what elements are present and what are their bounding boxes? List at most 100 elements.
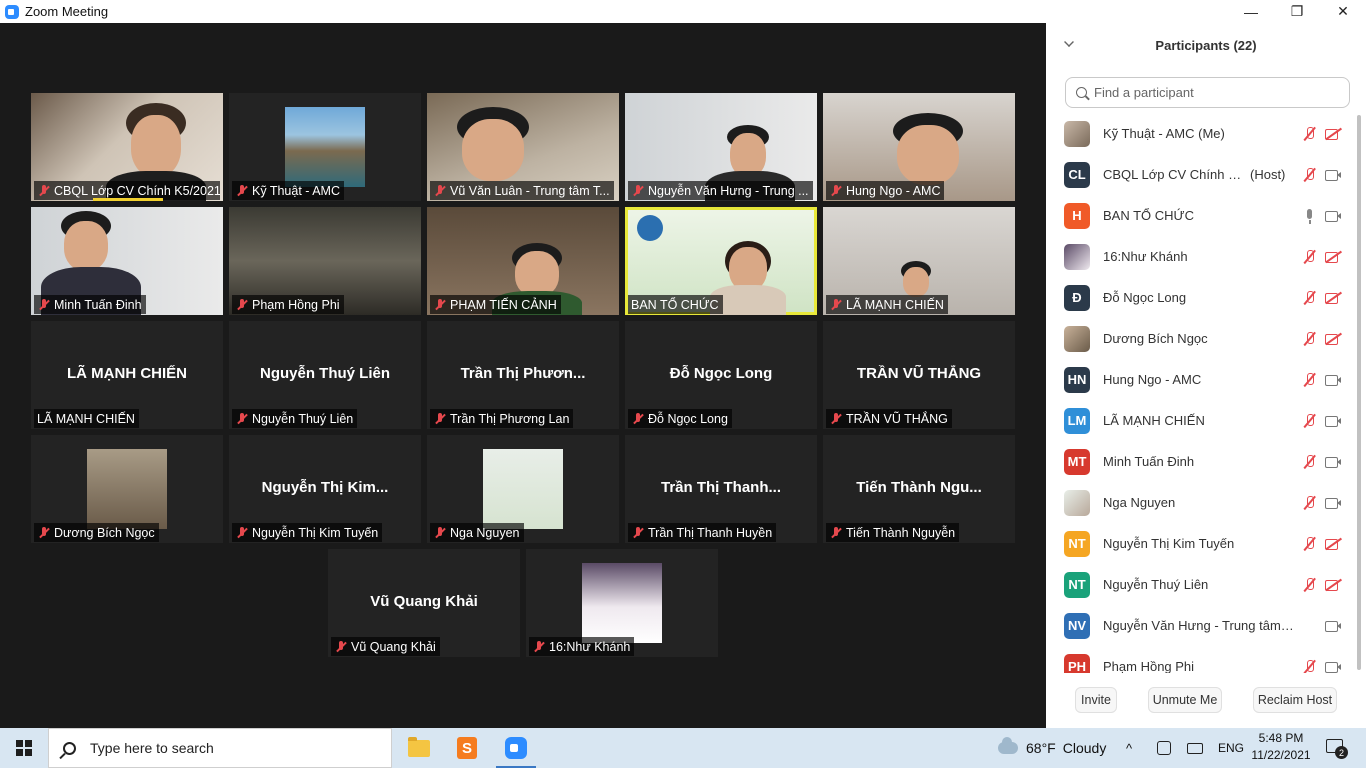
- mic-muted-icon[interactable]: [1300, 331, 1318, 347]
- mic-muted-icon[interactable]: [1300, 413, 1318, 429]
- start-button[interactable]: [0, 728, 48, 768]
- video-tile[interactable]: Nguyễn Thị Kim... Nguyễn Thị Kim Tuyến: [229, 435, 421, 543]
- zoom-app[interactable]: [492, 728, 540, 768]
- video-tile[interactable]: Nguyễn Thuý Liên Nguyễn Thuý Liên: [229, 321, 421, 429]
- camera-icon[interactable]: [1324, 495, 1342, 511]
- maximize-button[interactable]: ❐: [1274, 0, 1320, 23]
- input-language[interactable]: ENG: [1218, 728, 1244, 768]
- camera-icon[interactable]: [1324, 618, 1342, 634]
- mic-muted-icon[interactable]: [1300, 536, 1318, 552]
- mic-muted-icon[interactable]: [1300, 290, 1318, 306]
- mic-muted-icon[interactable]: [1300, 577, 1318, 593]
- close-button[interactable]: ✕: [1320, 0, 1366, 23]
- zoom-logo-icon: [5, 4, 19, 19]
- video-tile[interactable]: Kỹ Thuật - AMC: [229, 93, 421, 201]
- system-clock[interactable]: 5:48 PM 11/22/2021: [1251, 730, 1311, 766]
- invite-button[interactable]: Invite: [1075, 687, 1117, 713]
- participant-row[interactable]: NT Nguyễn Thuý Liên: [1046, 564, 1356, 605]
- video-tile[interactable]: PHẠM TIẾN CẢNH: [427, 207, 619, 315]
- video-tile[interactable]: LÃ MẠNH CHIẾN LÃ MẠNH CHIẾN: [31, 321, 223, 429]
- participant-video: [897, 125, 959, 185]
- video-tile[interactable]: Nguyễn Văn Hưng - Trung ...: [625, 93, 817, 201]
- camera-off-icon[interactable]: [1324, 536, 1342, 552]
- notification-center-icon[interactable]: 2: [1324, 736, 1348, 759]
- video-tile[interactable]: TRẦN VŨ THẮNG TRẦN VŨ THẮNG: [823, 321, 1015, 429]
- collapse-chevron-icon[interactable]: [1064, 37, 1074, 47]
- video-tile[interactable]: Trần Thị Thanh... Trần Thị Thanh Huyền: [625, 435, 817, 543]
- video-tile[interactable]: Dương Bích Ngọc: [31, 435, 223, 543]
- participant-row[interactable]: NV Nguyễn Văn Hưng - Trung tâm ...: [1046, 605, 1356, 646]
- camera-off-icon[interactable]: [1324, 249, 1342, 265]
- video-tile[interactable]: Trần Thị Phươn... Trần Thị Phương Lan: [427, 321, 619, 429]
- participant-search-input[interactable]: [1094, 85, 1334, 100]
- tray-overflow-caret-icon[interactable]: ^: [1126, 728, 1132, 768]
- participant-list-scrollbar[interactable]: [1357, 115, 1361, 670]
- participant-row[interactable]: Nga Nguyen: [1046, 482, 1356, 523]
- mic-muted-icon[interactable]: [1300, 454, 1318, 470]
- mic-icon[interactable]: [1300, 208, 1318, 224]
- camera-icon[interactable]: [1324, 413, 1342, 429]
- meet-now-icon[interactable]: [1157, 728, 1171, 768]
- tile-name-label: LÃ MẠNH CHIẾN: [34, 409, 139, 428]
- taskbar-search[interactable]: Type here to search: [48, 728, 392, 768]
- participant-row[interactable]: MT Minh Tuấn Đinh: [1046, 441, 1356, 482]
- mic-muted-icon[interactable]: [1300, 659, 1318, 674]
- video-tile[interactable]: Phạm Hồng Phi: [229, 207, 421, 315]
- camera-off-icon[interactable]: [1324, 126, 1342, 142]
- camera-icon[interactable]: [1324, 208, 1342, 224]
- participant-search[interactable]: [1065, 77, 1350, 108]
- camera-icon[interactable]: [1324, 659, 1342, 674]
- participant-row[interactable]: H BAN TỔ CHỨC: [1046, 195, 1356, 236]
- tile-name-label: LÃ MẠNH CHIẾN: [826, 295, 948, 314]
- video-tile-active-speaker[interactable]: BAN TỔ CHỨC: [625, 207, 817, 315]
- mic-muted-icon[interactable]: [1300, 167, 1318, 183]
- file-explorer-app[interactable]: [395, 728, 443, 768]
- participant-video: [903, 267, 929, 297]
- video-tile[interactable]: LÃ MẠNH CHIẾN: [823, 207, 1015, 315]
- mic-muted-icon[interactable]: [1300, 249, 1318, 265]
- camera-icon[interactable]: [1324, 372, 1342, 388]
- mic-muted-icon: [37, 184, 51, 198]
- video-tile[interactable]: Hung Ngo - AMC: [823, 93, 1015, 201]
- tile-name-label: Minh Tuấn Đinh: [34, 295, 146, 314]
- minimize-button[interactable]: —: [1228, 0, 1274, 23]
- participant-row[interactable]: CL CBQL Lớp CV Chính K5/2... (Host): [1046, 154, 1356, 195]
- participant-row[interactable]: Đ Đỗ Ngọc Long: [1046, 277, 1356, 318]
- participant-name: Phạm Hồng Phi: [1103, 659, 1195, 673]
- camera-off-icon[interactable]: [1324, 290, 1342, 306]
- video-tile[interactable]: Minh Tuấn Đinh: [31, 207, 223, 315]
- weather-widget[interactable]: 68°F Cloudy: [998, 728, 1106, 768]
- sublime-text-app[interactable]: S: [443, 728, 491, 768]
- mic-muted-icon: [433, 412, 447, 426]
- video-tile[interactable]: Nga Nguyen: [427, 435, 619, 543]
- tile-center-name: Trần Thị Phươn...: [460, 365, 586, 382]
- participant-row[interactable]: LM LÃ MẠNH CHIẾN: [1046, 400, 1356, 441]
- camera-icon[interactable]: [1324, 454, 1342, 470]
- zoom-icon: [505, 737, 527, 759]
- camera-off-icon[interactable]: [1324, 331, 1342, 347]
- participant-row[interactable]: NT Nguyễn Thị Kim Tuyến: [1046, 523, 1356, 564]
- video-tile[interactable]: Vũ Văn Luân - Trung tâm T...: [427, 93, 619, 201]
- windows-logo-icon: [16, 740, 32, 756]
- camera-off-icon[interactable]: [1324, 577, 1342, 593]
- video-tile[interactable]: CBQL Lớp CV Chính K5/2021: [31, 93, 223, 201]
- mic-muted-icon[interactable]: [1300, 372, 1318, 388]
- unmute-me-button[interactable]: Unmute Me: [1148, 687, 1222, 713]
- participant-row[interactable]: Dương Bích Ngọc: [1046, 318, 1356, 359]
- tile-name-label: TRẦN VŨ THẮNG: [826, 409, 952, 428]
- network-icon[interactable]: [1187, 728, 1203, 768]
- participant-row[interactable]: Kỹ Thuật - AMC (Me): [1046, 113, 1356, 154]
- video-tile[interactable]: Tiến Thành Ngu... Tiến Thành Nguyễn: [823, 435, 1015, 543]
- panel-header: Participants (22): [1046, 23, 1366, 67]
- video-tile[interactable]: Đỗ Ngọc Long Đỗ Ngọc Long: [625, 321, 817, 429]
- camera-icon[interactable]: [1324, 167, 1342, 183]
- reclaim-host-button[interactable]: Reclaim Host: [1253, 687, 1337, 713]
- participant-row[interactable]: PH Phạm Hồng Phi: [1046, 646, 1356, 673]
- mic-muted-icon[interactable]: [1300, 126, 1318, 142]
- mic-muted-icon[interactable]: [1300, 495, 1318, 511]
- participant-row[interactable]: 16:Như Khánh: [1046, 236, 1356, 277]
- video-tile[interactable]: 16:Như Khánh: [526, 549, 718, 657]
- profile-picture: [87, 449, 167, 529]
- participant-row[interactable]: HN Hung Ngo - AMC: [1046, 359, 1356, 400]
- video-tile[interactable]: Vũ Quang Khải Vũ Quang Khải: [328, 549, 520, 657]
